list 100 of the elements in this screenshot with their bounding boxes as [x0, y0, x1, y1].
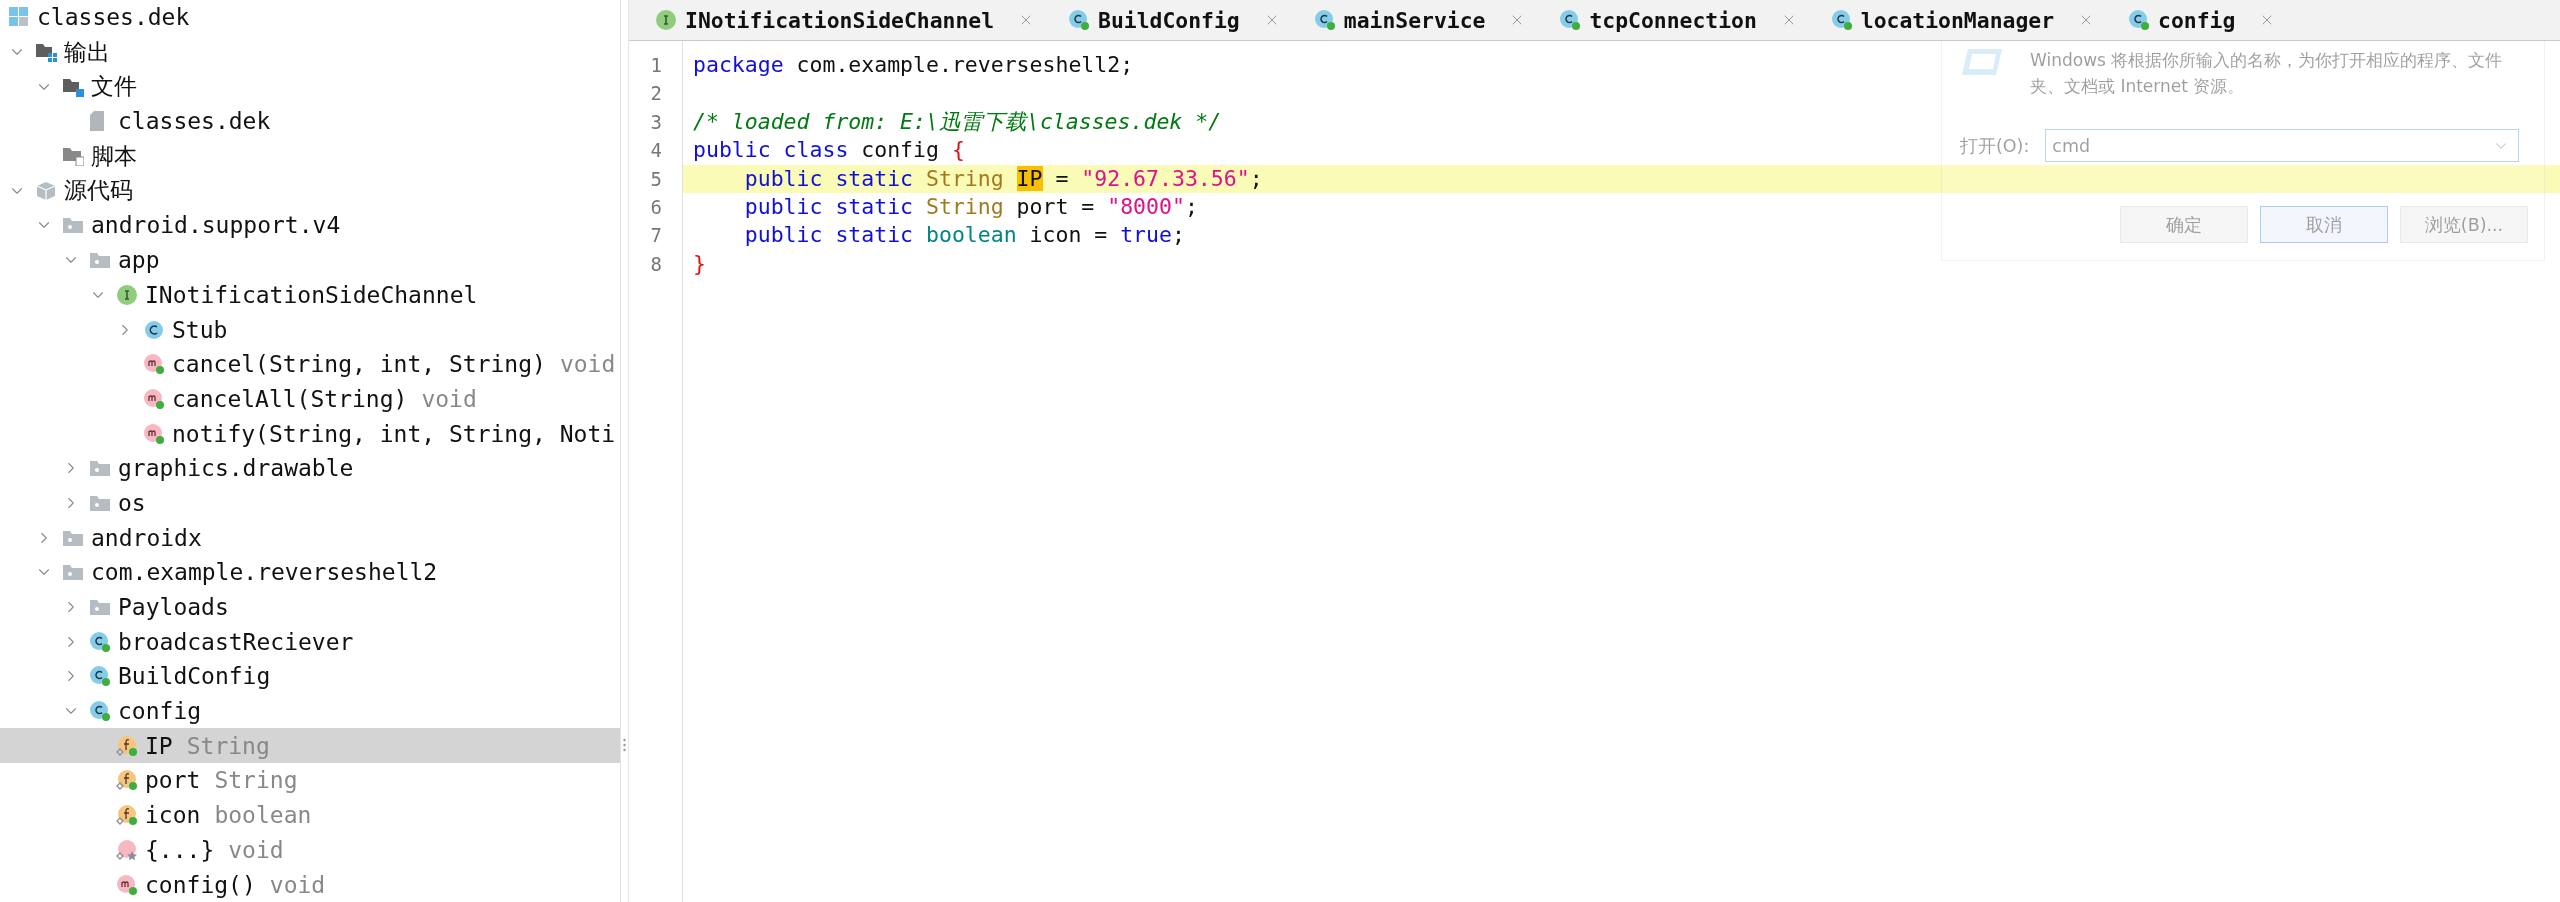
- folder-icon: [89, 251, 111, 270]
- tree-item-label: port: [145, 767, 201, 794]
- tree-item[interactable]: classes.dek: [0, 104, 620, 139]
- tree-item[interactable]: config: [0, 693, 620, 729]
- tree-item-label: android.support.v4: [91, 212, 341, 239]
- tree-item-label: 源代码: [64, 176, 133, 206]
- open-label: 打开(O):: [1960, 134, 2030, 158]
- class-icon: [1559, 9, 1582, 31]
- tree-item[interactable]: BuildConfig: [0, 659, 620, 694]
- tree-item[interactable]: app: [0, 242, 620, 278]
- tree-item[interactable]: os: [0, 485, 620, 521]
- line-number: 4: [650, 138, 663, 164]
- tree-item[interactable]: Payloads: [0, 589, 620, 625]
- line-number: 2: [650, 81, 663, 107]
- class-icon: [89, 665, 111, 688]
- class-icon: [143, 318, 165, 341]
- initializer-icon: [116, 838, 138, 861]
- type-label: void: [421, 385, 477, 412]
- tree-item[interactable]: notify(String, int, String, Noti: [0, 416, 620, 451]
- folder-icon: [62, 216, 84, 235]
- line-number: 3: [650, 109, 663, 135]
- grid-icon: [8, 6, 30, 29]
- editor-tab[interactable]: BuildConfig: [1042, 0, 1288, 40]
- tree-item[interactable]: com.example.reverseshell2: [0, 555, 620, 590]
- tree-item[interactable]: android.support.v4: [0, 208, 620, 243]
- folder-icon: [89, 598, 111, 617]
- tree-item-label: config(): [145, 871, 256, 898]
- editor-tab[interactable]: locationManager: [1804, 0, 2103, 40]
- editor-tab[interactable]: config: [2102, 0, 2284, 40]
- class-icon: [1830, 9, 1853, 31]
- tree-item-label: {...}: [145, 836, 215, 863]
- tree-item-label: com.example.reverseshell2: [91, 559, 438, 586]
- method-icon: [143, 422, 165, 445]
- tree-item[interactable]: config() void: [0, 867, 620, 902]
- folder-icon: [89, 493, 111, 512]
- tree-item-label: os: [118, 489, 146, 516]
- line-number: 8: [650, 251, 663, 277]
- method-icon: [116, 873, 138, 896]
- class-icon: [89, 700, 111, 723]
- code-line: public class config {: [693, 136, 965, 165]
- tree-item[interactable]: port String: [0, 763, 620, 798]
- code-line: public static String port = "8000";: [743, 192, 1198, 221]
- type-label: boolean: [214, 802, 312, 829]
- tree-item[interactable]: broadcastReciever: [0, 624, 620, 660]
- tree-item-label: cancel(String, int, String): [172, 351, 546, 378]
- tree-item[interactable]: classes.dek: [0, 0, 620, 35]
- tree-item[interactable]: androidx: [0, 520, 620, 555]
- tree-item[interactable]: cancel(String, int, String) void: [0, 346, 620, 382]
- type-label: void: [559, 351, 616, 378]
- code-line: package com.example.reverseshell2;: [693, 51, 1134, 79]
- tree-item-label: classes.dek: [37, 4, 190, 31]
- tree-item-label: Stub: [172, 316, 228, 343]
- tree-item[interactable]: INotificationSideChannel: [0, 277, 620, 313]
- folder-icon: [35, 42, 57, 63]
- tree-item-label: 文件: [91, 72, 137, 102]
- code-line: /* loaded from: E:\迅雷下载\classes.dek */: [693, 107, 1222, 136]
- tree-item[interactable]: graphics.drawable: [0, 450, 620, 486]
- editor-tab[interactable]: mainService: [1287, 0, 1534, 40]
- tree-item-label: 脚本: [91, 141, 137, 171]
- tree-item-label: INotificationSideChannel: [145, 281, 478, 308]
- tree-item[interactable]: IP String: [0, 728, 620, 764]
- tree-item[interactable]: 输出: [0, 34, 620, 70]
- folder-icon: [62, 563, 84, 582]
- tree-item[interactable]: icon boolean: [0, 797, 620, 833]
- folder-icon: [89, 459, 111, 478]
- cube-icon: [35, 179, 57, 202]
- line-number: 6: [650, 194, 663, 220]
- tree-item-label: notify(String, int, String, Noti: [172, 420, 616, 447]
- tree-item-label: Payloads: [118, 594, 229, 621]
- code-line: public static String IP = "92.67.33.56";: [743, 164, 1263, 193]
- folder-icon: [62, 528, 84, 547]
- tree-item[interactable]: cancelAll(String) void: [0, 381, 620, 417]
- tree-item-label: BuildConfig: [118, 663, 271, 690]
- editor-tab[interactable]: tcpConnection: [1533, 0, 1805, 40]
- run-icon: [1960, 47, 2004, 77]
- type-label: void: [228, 836, 284, 863]
- class-icon: [1313, 9, 1336, 31]
- folder-icon: [62, 146, 84, 167]
- tree-item-label: config: [118, 698, 202, 725]
- class-icon: [89, 630, 111, 653]
- tree-item-label: IP: [145, 732, 173, 759]
- interface-icon: [116, 283, 138, 306]
- type-label: String: [186, 732, 270, 759]
- tree-item-label: cancelAll(String): [172, 385, 408, 412]
- field-icon: [116, 804, 138, 827]
- tree-item[interactable]: 文件: [0, 69, 620, 105]
- tree-item-label: 输出: [64, 37, 110, 67]
- tree-item[interactable]: Stub: [0, 312, 620, 347]
- interface-icon: [655, 9, 677, 31]
- type-label: String: [214, 767, 298, 794]
- editor-tab[interactable]: INotificationSideChannel: [629, 0, 1043, 40]
- tree-item[interactable]: {...} void: [0, 832, 620, 868]
- tree-item[interactable]: 脚本: [0, 138, 620, 174]
- tree-item-label: icon: [145, 802, 201, 829]
- class-icon: [1068, 9, 1091, 31]
- code-line: }: [693, 249, 706, 278]
- tree-item[interactable]: 源代码: [0, 173, 620, 209]
- type-label: void: [269, 871, 326, 898]
- method-icon: [143, 387, 165, 410]
- splitter-handle-icon[interactable]: [623, 738, 626, 752]
